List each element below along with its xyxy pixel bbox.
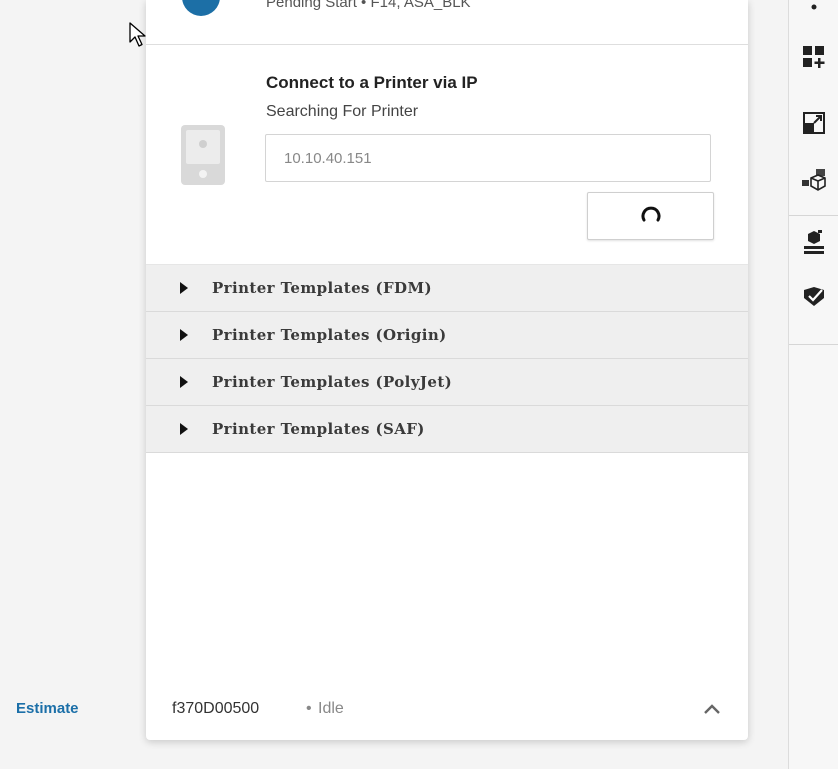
toolbar-divider (789, 344, 838, 345)
chevron-down-icon[interactable] (801, 0, 827, 20)
parts-icon[interactable] (801, 168, 827, 194)
caret-right-icon (180, 282, 188, 294)
estimate-link[interactable]: Estimate (16, 700, 79, 717)
template-row-saf[interactable]: Printer Templates (SAF) (146, 406, 748, 453)
pending-job-text: Pending Start • F14, ASA_BLK (266, 0, 471, 11)
toolbar-divider (789, 215, 838, 216)
right-toolbar (788, 0, 838, 769)
connect-status: Searching For Printer (266, 103, 419, 120)
pending-job-row[interactable]: Pending Start • F14, ASA_BLK (146, 0, 748, 45)
verify-icon[interactable] (801, 284, 827, 310)
caret-right-icon (180, 376, 188, 388)
expand-icon[interactable] (801, 110, 827, 136)
template-label: Printer Templates (Origin) (212, 326, 447, 344)
selected-printer-name: f370D00500 (172, 700, 260, 717)
printer-avatar (182, 0, 220, 16)
panel-footer: f370D00500 • Idle (146, 680, 748, 740)
template-label: Printer Templates (FDM) (212, 279, 432, 297)
template-label: Printer Templates (SAF) (212, 420, 425, 438)
template-list: Printer Templates (FDM) Printer Template… (146, 264, 748, 453)
chevron-up-icon[interactable] (702, 702, 722, 716)
caret-right-icon (180, 329, 188, 341)
ip-address-input[interactable] (265, 134, 711, 182)
printer-panel: Pending Start • F14, ASA_BLK Connect to … (146, 0, 748, 740)
connect-title: Connect to a Printer via IP (266, 73, 478, 92)
printer-icon (181, 125, 225, 185)
status-separator: • (306, 700, 312, 717)
add-grid-icon[interactable] (801, 44, 827, 70)
template-row-polyjet[interactable]: Printer Templates (PolyJet) (146, 359, 748, 406)
loading-spinner-icon (641, 206, 660, 222)
mouse-cursor-icon (129, 22, 146, 47)
template-row-fdm[interactable]: Printer Templates (FDM) (146, 264, 748, 312)
template-label: Printer Templates (PolyJet) (212, 373, 453, 391)
caret-right-icon (180, 423, 188, 435)
printer-status: Idle (318, 700, 344, 717)
app-page: Estimate Pending Start • F14, ASA_BLK Co… (0, 0, 838, 769)
template-row-origin[interactable]: Printer Templates (Origin) (146, 312, 748, 359)
build-tray-icon[interactable] (801, 230, 827, 256)
connect-button[interactable] (587, 192, 714, 240)
